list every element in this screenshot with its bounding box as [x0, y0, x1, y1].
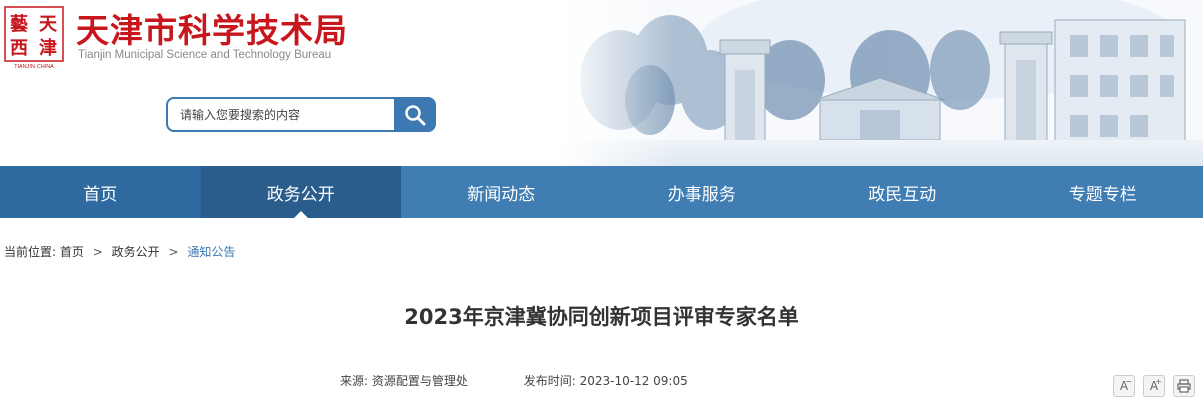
search-icon	[405, 104, 426, 125]
main-nav: 首页 政务公开 新闻动态 办事服务 政民互动 专题专栏	[0, 166, 1203, 218]
bureau-logo[interactable]: 藝 天 西 津 TIANJIN·CHINA	[4, 6, 64, 70]
svg-text:西: 西	[10, 38, 28, 59]
print-icon	[1177, 379, 1191, 393]
font-smaller-button[interactable]: A −	[1113, 375, 1135, 397]
banner-illustration	[560, 0, 1203, 166]
search-bar	[166, 97, 436, 132]
breadcrumb-item-home[interactable]: 首页	[60, 245, 84, 259]
source-label: 来源:	[340, 374, 369, 388]
svg-text:TIANJIN·CHINA: TIANJIN·CHINA	[14, 64, 54, 70]
site-header: 藝 天 西 津 TIANJIN·CHINA 天津市科学技术局 Tianjin M…	[0, 0, 1203, 166]
print-button[interactable]	[1173, 375, 1195, 397]
breadcrumb-prefix: 当前位置:	[4, 245, 57, 259]
source-value: 资源配置与管理处	[371, 374, 468, 388]
svg-text:津: 津	[39, 37, 57, 59]
svg-text:天: 天	[39, 14, 58, 35]
article-meta: 来源: 资源配置与管理处 发布时间: 2023-10-12 09:05	[340, 372, 688, 389]
publish-time-value: 2023-10-12 09:05	[579, 374, 688, 388]
search-button[interactable]	[394, 97, 436, 132]
breadcrumb-item-gov-affairs[interactable]: 政务公开	[112, 245, 160, 259]
article-tools: A − A +	[1113, 375, 1195, 397]
breadcrumb-separator: >	[92, 245, 103, 259]
font-larger-button[interactable]: A +	[1143, 375, 1165, 397]
nav-item-topics[interactable]: 专题专栏	[1003, 166, 1203, 218]
breadcrumb-item-notices[interactable]: 通知公告	[187, 245, 235, 259]
nav-item-interaction[interactable]: 政民互动	[802, 166, 1003, 218]
site-subtitle: Tianjin Municipal Science and Technology…	[78, 49, 332, 61]
svg-text:藝: 藝	[10, 14, 28, 35]
breadcrumb-separator: >	[168, 245, 179, 259]
nav-item-news[interactable]: 新闻动态	[401, 166, 602, 218]
nav-item-home[interactable]: 首页	[0, 166, 201, 218]
nav-item-gov-affairs[interactable]: 政务公开	[200, 166, 401, 218]
breadcrumb: 当前位置: 首页 > 政务公开 > 通知公告	[4, 243, 235, 260]
site-title: 天津市科学技术局	[76, 11, 348, 50]
search-input[interactable]	[166, 97, 406, 132]
article-title: 2023年京津冀协同创新项目评审专家名单	[404, 305, 799, 329]
nav-item-services[interactable]: 办事服务	[602, 166, 803, 218]
publish-time-label: 发布时间:	[523, 374, 576, 388]
